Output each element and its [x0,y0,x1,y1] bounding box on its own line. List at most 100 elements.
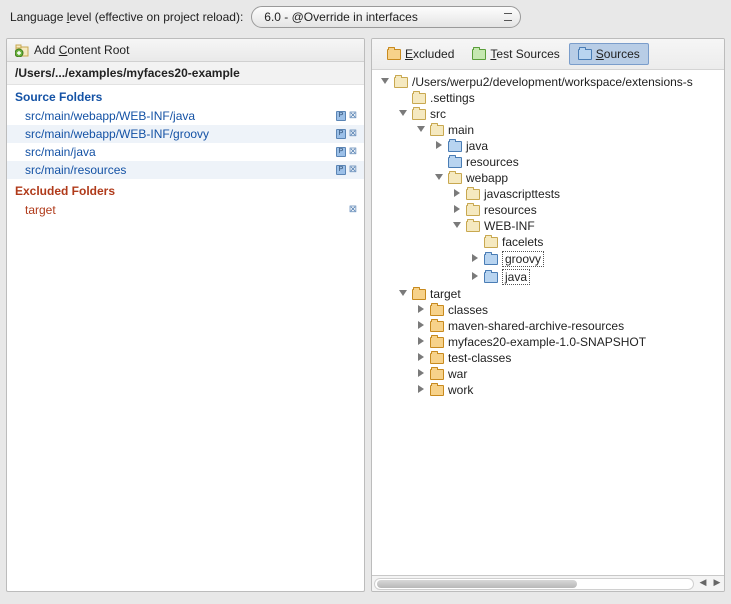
tree-node[interactable]: WEB-INF [450,218,722,234]
tree-node[interactable]: resources [450,202,722,218]
disclosure-triangle-icon[interactable] [398,289,408,299]
disclosure-triangle-icon[interactable] [470,272,480,282]
properties-badge-icon[interactable]: P [336,147,346,157]
disclosure-triangle-icon[interactable] [416,353,426,363]
folder-excluded-icon [430,369,444,380]
excluded-folders-header: Excluded Folders [7,179,364,201]
disclosure-triangle-icon[interactable] [380,77,390,87]
source-folders-header: Source Folders [7,85,364,107]
excluded-folder-label: target [25,203,56,217]
scroll-left-icon[interactable]: ◀ [696,577,710,591]
scrollbar-thumb[interactable] [377,580,577,588]
folder-excluded-icon [430,305,444,316]
folder-icon [412,109,426,120]
properties-badge-icon[interactable]: P [336,129,346,139]
tree-node[interactable]: .settings [396,90,722,106]
tree-node[interactable]: main [414,122,722,138]
tree-node[interactable]: war [414,366,722,382]
tree-label: classes [448,303,488,317]
disclosure-triangle-icon[interactable] [416,305,426,315]
language-level-combo[interactable]: 6.0 - @Override in interfaces [251,6,521,28]
tree-node[interactable]: myfaces20-example-1.0-SNAPSHOT [414,334,722,350]
disclosure-triangle-icon[interactable] [398,109,408,119]
folder-icon [466,221,480,232]
remove-icon[interactable]: ⊠ [348,165,358,175]
folder-icon [484,237,498,248]
disclosure-triangle-icon[interactable] [452,189,462,199]
tree-node[interactable]: webapp [432,170,722,186]
folder-icon [466,189,480,200]
source-folder-row[interactable]: src/main/webapp/WEB-INF/groovy P⊠ [7,125,364,143]
folder-icon [412,93,426,104]
tree-node[interactable]: work [414,382,722,398]
folder-excluded-icon [430,385,444,396]
folder-excluded-icon [430,337,444,348]
folder-icon [466,205,480,216]
scrollbar-track[interactable] [374,578,694,590]
directory-tree-panel: Excluded Test Sources Sources /Users [371,38,725,592]
tree-label: test-classes [448,351,511,365]
tree-node[interactable]: groovy [468,250,722,268]
folder-icon [430,125,444,136]
tab-sources[interactable]: Sources [569,43,649,65]
add-content-root-icon [15,43,29,57]
disclosure-triangle-icon[interactable] [434,173,444,183]
tab-test-sources[interactable]: Test Sources [463,43,568,65]
horizontal-scrollbar[interactable]: ◀ ▶ [372,575,724,591]
disclosure-triangle-icon[interactable] [452,205,462,215]
tree-node[interactable]: classes [414,302,722,318]
disclosure-triangle-icon[interactable] [452,221,462,231]
folder-icon [394,77,408,88]
tree-label: WEB-INF [484,219,535,233]
remove-icon[interactable]: ⊠ [348,129,358,139]
disclosure-triangle-icon[interactable] [434,141,444,151]
source-folder-row[interactable]: src/main/java P⊠ [7,143,364,161]
tree-label: myfaces20-example-1.0-SNAPSHOT [448,335,646,349]
source-folder-row[interactable]: src/main/resources P⊠ [7,161,364,179]
disclosure-triangle-icon[interactable] [416,337,426,347]
language-level-value: 6.0 - @Override in interfaces [264,10,418,24]
properties-badge-icon[interactable]: P [336,165,346,175]
disclosure-triangle-icon[interactable] [416,369,426,379]
tree-node[interactable]: target [396,286,722,302]
mark-as-tabs: Excluded Test Sources Sources [372,39,724,70]
tree-node[interactable]: javascripttests [450,186,722,202]
tree-node[interactable]: java [468,268,722,286]
disclosure-triangle-icon[interactable] [470,254,480,264]
remove-icon[interactable]: ⊠ [348,205,358,215]
tree-label: src [430,107,446,121]
folder-icon [448,173,462,184]
disclosure-triangle-icon[interactable] [416,321,426,331]
remove-icon[interactable]: ⊠ [348,111,358,121]
folder-excluded-icon [430,321,444,332]
tree-node[interactable]: resources [432,154,722,170]
tree-node[interactable]: src [396,106,722,122]
remove-icon[interactable]: ⊠ [348,147,358,157]
properties-badge-icon[interactable]: P [336,111,346,121]
scroll-right-icon[interactable]: ▶ [710,577,724,591]
folder-source-icon [484,254,498,265]
content-root-path[interactable]: /Users/.../examples/myfaces20-example [7,62,364,85]
add-content-root-label: Add Content Root [34,43,129,57]
tree-label: target [430,287,461,301]
tree-label: .settings [430,91,475,105]
tab-excluded[interactable]: Excluded [378,43,463,65]
excluded-folder-row[interactable]: target ⊠ [7,201,364,219]
folder-excluded-icon [412,289,426,300]
tree-label: webapp [466,171,508,185]
source-folder-row[interactable]: src/main/webapp/WEB-INF/java P⊠ [7,107,364,125]
tree-node[interactable]: facelets [468,234,722,250]
disclosure-triangle-icon[interactable] [416,385,426,395]
source-folder-label: src/main/java [25,145,96,159]
tree-label: resources [484,203,537,217]
add-content-root-header[interactable]: Add Content Root [7,39,364,62]
tree-label: work [448,383,473,397]
tree-node[interactable]: maven-shared-archive-resources [414,318,722,334]
tree-node-root[interactable]: /Users/werpu2/development/workspace/exte… [378,74,722,90]
tree-label: facelets [502,235,543,249]
tree-node[interactable]: test-classes [414,350,722,366]
disclosure-triangle-icon[interactable] [416,125,426,135]
tree-node[interactable]: java [432,138,722,154]
folder-source-icon [448,141,462,152]
directory-tree[interactable]: /Users/werpu2/development/workspace/exte… [372,70,724,575]
